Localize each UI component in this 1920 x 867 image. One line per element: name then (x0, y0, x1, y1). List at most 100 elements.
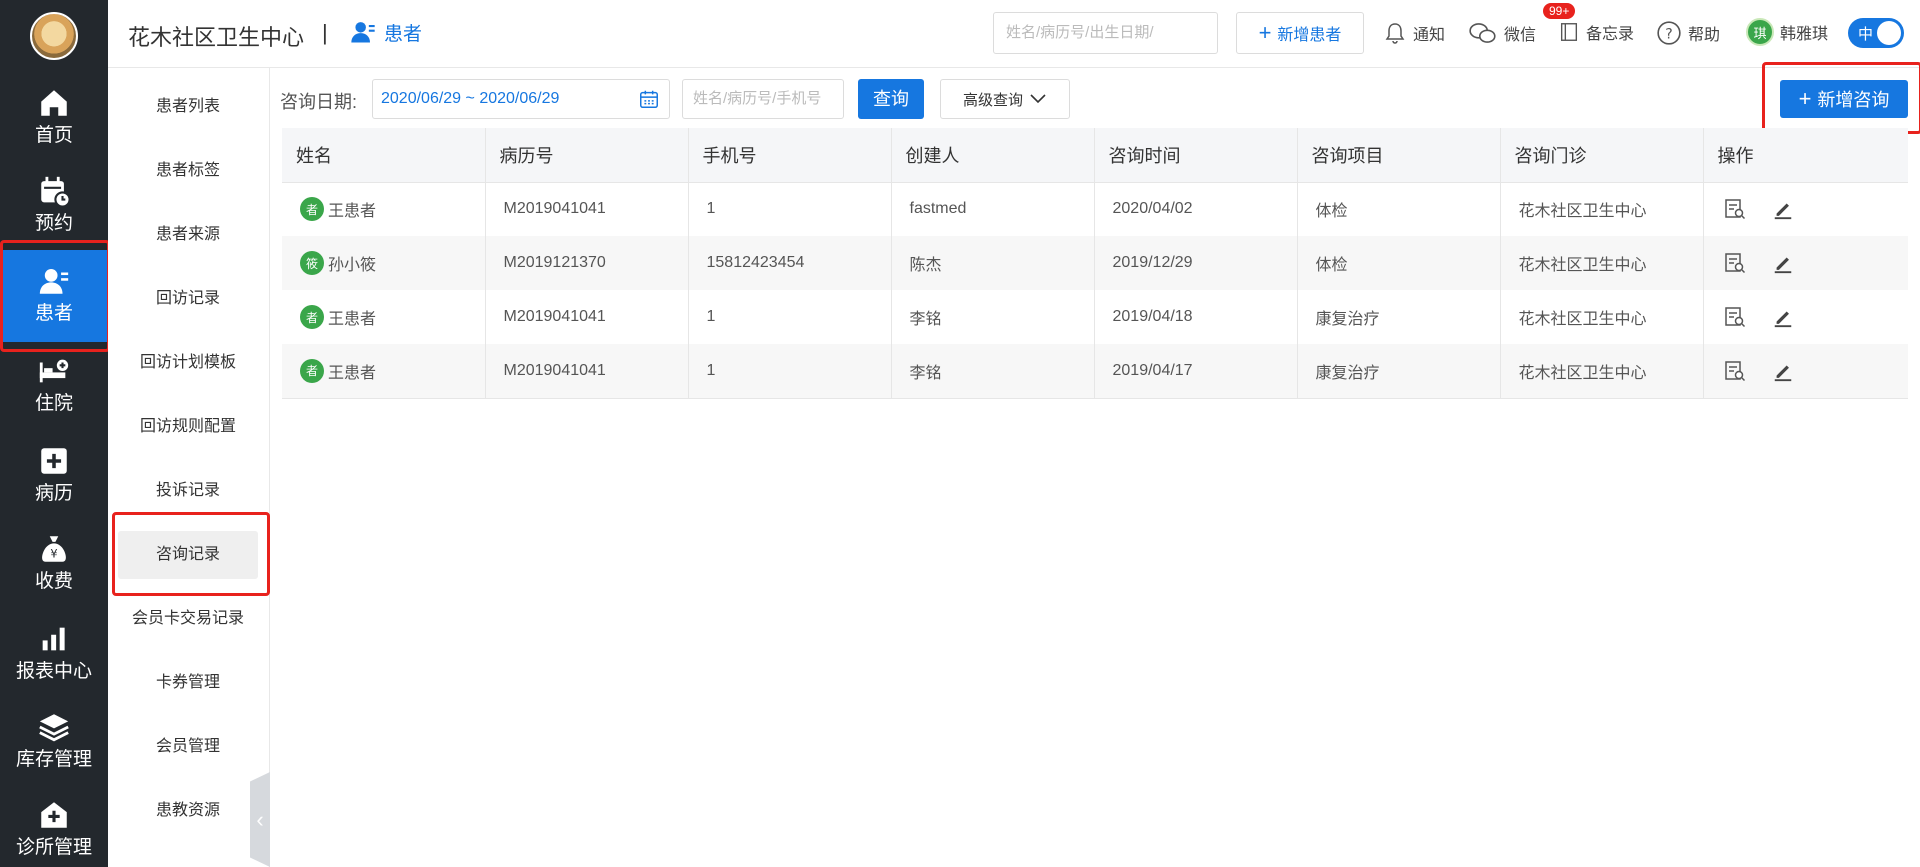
consult-clinic: 花木社区卫生中心 (1500, 344, 1704, 399)
nav-label: 诊所管理 (15, 837, 92, 858)
patient-name[interactable]: 王患者 (328, 197, 376, 221)
consult-item: 体检 (1297, 236, 1501, 290)
top-header: 花木社区卫生中心 | 患者 姓名/病历号/出生日期/ + 新增患者 99+ 通知… (108, 0, 1920, 68)
nav-item-clinic-admin[interactable]: 诊所管理 (0, 784, 108, 867)
consult-time: 2020/04/02 (1094, 182, 1298, 236)
subnav-item-followup-records[interactable]: 回访记录 (118, 275, 258, 323)
view-detail-icon[interactable] (1722, 251, 1748, 275)
subnav-item-coupons[interactable]: 卡券管理 (118, 659, 258, 707)
nav-item-inpatient[interactable]: 住院 (0, 340, 108, 426)
record-number: M2019121370 (485, 236, 689, 290)
toggle-label: 中 (1858, 25, 1874, 43)
keyword-search-input[interactable]: 姓名/病历号/手机号 (682, 79, 844, 119)
language-toggle[interactable]: 中 (1848, 18, 1904, 48)
consult-clinic: 花木社区卫生中心 (1500, 182, 1704, 236)
table-header-row: 姓名 病历号 手机号 创建人 咨询时间 咨询项目 咨询门诊 操作 (282, 128, 1908, 183)
add-patient-button[interactable]: + 新增患者 (1236, 12, 1364, 54)
subnav-item-complaints[interactable]: 投诉记录 (118, 467, 258, 515)
calendar-icon (640, 90, 658, 108)
consult-item: 体检 (1297, 182, 1501, 236)
column-header-item[interactable]: 咨询项目 (1297, 128, 1501, 183)
notify-label: 通知 (1413, 27, 1446, 44)
edit-icon[interactable] (1772, 198, 1794, 220)
query-button[interactable]: 查询 (858, 79, 924, 119)
nav-item-medical-record[interactable]: 病历 (0, 430, 108, 516)
column-header-creator[interactable]: 创建人 (891, 128, 1095, 183)
view-detail-icon[interactable] (1722, 359, 1748, 383)
table-row[interactable]: 者王患者 M2019041041 1 李铭 2019/04/17 康复治疗 花木… (282, 344, 1908, 399)
subnav-item-patient-source[interactable]: 患者来源 (118, 211, 258, 259)
nav-item-billing[interactable]: ¥ 收费 (0, 518, 108, 604)
nav-item-report-center[interactable]: 报表中心 (0, 608, 108, 694)
subnav-item-followup-template[interactable]: 回访计划模板 (118, 339, 258, 387)
patient-name[interactable]: 王患者 (328, 359, 376, 383)
wechat-button[interactable]: 微信 (1468, 20, 1536, 46)
consult-item: 康复治疗 (1297, 344, 1501, 399)
phone-number: 1 (688, 182, 892, 236)
layers-icon (39, 714, 69, 742)
phone-number: 1 (688, 344, 892, 399)
subnav-item-patient-list[interactable]: 患者列表 (118, 83, 258, 131)
nav-item-home[interactable]: 首页 (0, 72, 108, 158)
subnav-item-patient-tags[interactable]: 患者标签 (118, 147, 258, 195)
table-row[interactable]: 者王患者 M2019041041 1 李铭 2019/04/18 康复治疗 花木… (282, 290, 1908, 344)
patient-avatar: 者 (300, 358, 324, 383)
table-row[interactable]: 筱孙小筱 M2019121370 15812423454 陈杰 2019/12/… (282, 236, 1908, 290)
view-detail-icon[interactable] (1722, 305, 1748, 329)
clinic-avatar[interactable] (30, 12, 78, 60)
collapse-sidebar-button[interactable]: ‹ (250, 772, 270, 867)
creator: 李铭 (891, 290, 1095, 344)
subnav-item-members[interactable]: 会员管理 (118, 723, 258, 771)
toggle-knob (1877, 21, 1901, 45)
nav-label: 报表中心 (15, 661, 92, 682)
wechat-icon (1469, 23, 1496, 43)
highlight-box (112, 512, 270, 596)
date-filter-label: 咨询日期: (280, 92, 358, 112)
column-header-clinic[interactable]: 咨询门诊 (1500, 128, 1704, 183)
user-avatar: 琪 (1746, 18, 1774, 46)
nav-item-appointment[interactable]: 预约 (0, 160, 108, 246)
plus-icon: + (1258, 20, 1272, 45)
consult-clinic: 花木社区卫生中心 (1500, 236, 1704, 290)
creator: 陈杰 (891, 236, 1095, 290)
edit-icon[interactable] (1772, 360, 1794, 382)
column-header-phone[interactable]: 手机号 (688, 128, 892, 183)
patient-name[interactable]: 孙小筱 (328, 251, 376, 275)
edit-icon[interactable] (1772, 306, 1794, 328)
bell-icon (1385, 23, 1405, 44)
bed-icon (39, 359, 69, 383)
view-detail-icon[interactable] (1722, 197, 1748, 221)
subnav-item-member-card-transactions[interactable]: 会员卡交易记录 (118, 595, 258, 643)
creator: 李铭 (891, 344, 1095, 399)
column-header-record[interactable]: 病历号 (485, 128, 689, 183)
consult-time: 2019/12/29 (1094, 236, 1298, 290)
date-range-picker[interactable]: 2020/06/29 ~ 2020/06/29 (372, 79, 670, 119)
table-row[interactable]: 者王患者 M2019041041 1 fastmed 2020/04/02 体检… (282, 182, 1908, 236)
date-range-value: 2020/06/29 ~ 2020/06/29 (381, 90, 560, 107)
column-header-name[interactable]: 姓名 (282, 128, 486, 183)
memo-button[interactable]: 备忘录 (1558, 20, 1634, 44)
advanced-query-button[interactable]: 高级查询 (940, 79, 1070, 119)
svg-text:¥: ¥ (50, 547, 57, 561)
edit-icon[interactable] (1772, 252, 1794, 274)
nav-label: 首页 (34, 125, 73, 146)
help-button[interactable]: ? 帮助 (1656, 20, 1720, 46)
record-number: M2019041041 (485, 290, 689, 344)
record-number: M2019041041 (485, 344, 689, 399)
consult-clinic: 花木社区卫生中心 (1500, 290, 1704, 344)
consultation-table: 姓名 病历号 手机号 创建人 咨询时间 咨询项目 咨询门诊 操作 者王患者 M2… (282, 128, 1908, 399)
header-search-input[interactable]: 姓名/病历号/出生日期/ (993, 12, 1218, 54)
column-header-time[interactable]: 咨询时间 (1094, 128, 1298, 183)
user-menu[interactable]: 琪 韩雅琪 (1746, 18, 1828, 46)
chevron-left-icon: ‹ (256, 806, 264, 832)
nav-item-inventory[interactable]: 库存管理 (0, 696, 108, 782)
nav-label: 库存管理 (15, 749, 92, 770)
nav-label: 预约 (34, 213, 73, 234)
highlight-box (0, 240, 110, 352)
notify-button[interactable]: 通知 (1383, 20, 1445, 46)
subnav-item-education[interactable]: 患教资源 (118, 787, 258, 835)
memo-label: 备忘录 (1586, 26, 1635, 43)
patient-name[interactable]: 王患者 (328, 305, 376, 329)
help-label: 帮助 (1688, 27, 1721, 44)
subnav-item-followup-rules[interactable]: 回访规则配置 (118, 403, 258, 451)
